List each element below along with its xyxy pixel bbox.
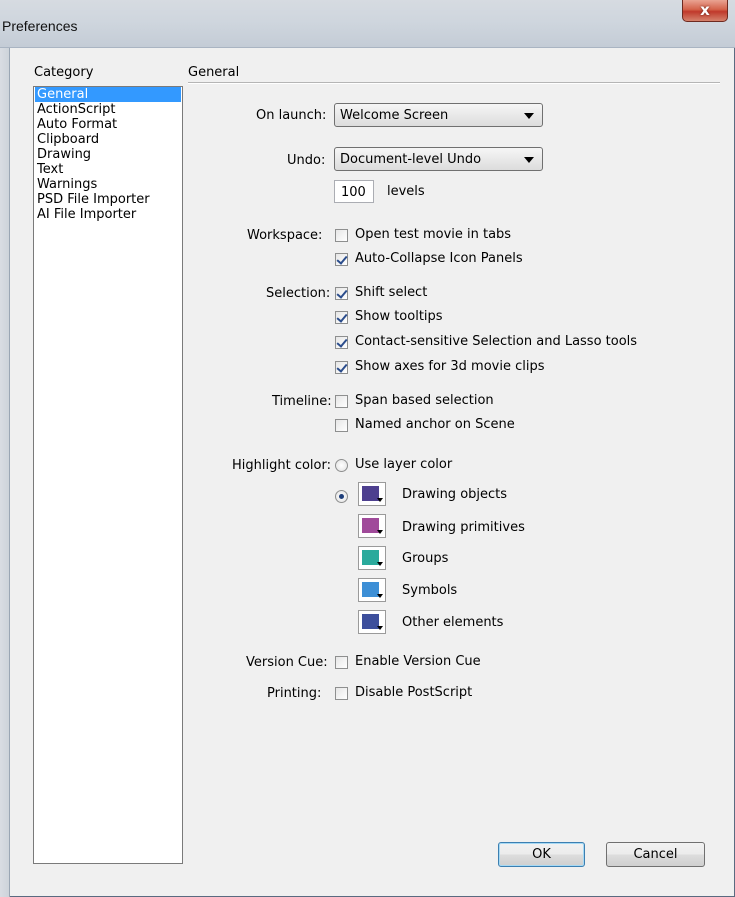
undo-value: Document-level Undo — [340, 152, 482, 167]
levels-label: levels — [387, 184, 425, 199]
disable-postscript-label[interactable]: Disable PostScript — [355, 685, 472, 700]
category-list[interactable]: General ActionScript Auto Format Clipboa… — [33, 86, 183, 864]
drawing-objects-swatch[interactable] — [358, 482, 386, 506]
window-left-border — [0, 48, 10, 897]
contact-sensitive-checkbox[interactable] — [335, 336, 348, 349]
undo-levels-value: 100 — [341, 185, 366, 200]
use-layer-color-radio[interactable] — [335, 459, 348, 472]
cancel-button[interactable]: Cancel — [606, 842, 705, 867]
workspace-label: Workspace: — [247, 228, 323, 243]
other-elements-label: Other elements — [402, 615, 504, 630]
ok-button[interactable]: OK — [498, 842, 585, 867]
timeline-label: Timeline: — [272, 394, 332, 409]
selection-label: Selection: — [266, 286, 331, 301]
close-icon: x — [700, 1, 710, 19]
on-launch-dropdown[interactable]: Welcome Screen — [334, 103, 543, 127]
highlight-color-label: Highlight color: — [232, 458, 331, 473]
preferences-dialog: Preferences x Category General General A… — [0, 0, 735, 897]
chevron-down-icon — [524, 113, 534, 119]
undo-levels-input[interactable]: 100 — [334, 180, 374, 203]
heading-divider — [188, 82, 720, 84]
open-test-movie-checkbox[interactable] — [335, 229, 348, 242]
category-item-drawing[interactable]: Drawing — [35, 147, 181, 162]
drawing-primitives-label: Drawing primitives — [402, 520, 525, 535]
shift-select-checkbox[interactable] — [335, 287, 348, 300]
symbols-label: Symbols — [402, 583, 458, 598]
chevron-down-icon — [377, 626, 383, 630]
category-label: Category — [34, 65, 94, 80]
category-item-text[interactable]: Text — [35, 162, 181, 177]
show-tooltips-checkbox[interactable] — [335, 311, 348, 324]
other-elements-swatch[interactable] — [358, 610, 386, 634]
chevron-down-icon — [377, 594, 383, 598]
window-title: Preferences — [2, 18, 78, 34]
open-test-movie-label[interactable]: Open test movie in tabs — [355, 227, 511, 242]
category-item-warnings[interactable]: Warnings — [35, 177, 181, 192]
category-item-ai-importer[interactable]: AI File Importer — [35, 207, 181, 222]
category-item-clipboard[interactable]: Clipboard — [35, 132, 181, 147]
show-axes-label[interactable]: Show axes for 3d movie clips — [355, 359, 544, 374]
printing-label: Printing: — [267, 686, 322, 701]
chevron-down-icon — [377, 498, 383, 502]
disable-postscript-checkbox[interactable] — [335, 687, 348, 700]
enable-version-cue-checkbox[interactable] — [335, 656, 348, 669]
auto-collapse-label[interactable]: Auto-Collapse Icon Panels — [355, 251, 523, 266]
section-heading: General — [188, 65, 240, 80]
auto-collapse-checkbox[interactable] — [335, 253, 348, 266]
show-axes-checkbox[interactable] — [335, 361, 348, 374]
span-based-label[interactable]: Span based selection — [355, 393, 494, 408]
drawing-objects-label: Drawing objects — [402, 487, 508, 502]
category-item-auto-format[interactable]: Auto Format — [35, 117, 181, 132]
drawing-primitives-swatch[interactable] — [358, 514, 386, 538]
chevron-down-icon — [377, 562, 383, 566]
show-tooltips-label[interactable]: Show tooltips — [355, 309, 443, 324]
contact-sensitive-label[interactable]: Contact-sensitive Selection and Lasso to… — [355, 334, 637, 349]
dialog-content: Category General General ActionScript Au… — [10, 48, 734, 890]
undo-dropdown[interactable]: Document-level Undo — [334, 147, 543, 171]
chevron-down-icon — [524, 157, 534, 163]
symbols-swatch[interactable] — [358, 578, 386, 602]
category-item-psd-importer[interactable]: PSD File Importer — [35, 192, 181, 207]
version-cue-label: Version Cue: — [246, 655, 328, 670]
custom-color-radio[interactable] — [335, 490, 348, 503]
shift-select-label[interactable]: Shift select — [355, 285, 427, 300]
named-anchor-checkbox[interactable] — [335, 419, 348, 432]
undo-label: Undo: — [287, 153, 326, 168]
groups-swatch[interactable] — [358, 546, 386, 570]
category-item-general[interactable]: General — [35, 87, 181, 102]
groups-label: Groups — [402, 551, 449, 566]
use-layer-color-label[interactable]: Use layer color — [355, 457, 452, 472]
enable-version-cue-label[interactable]: Enable Version Cue — [355, 654, 481, 669]
on-launch-value: Welcome Screen — [340, 108, 449, 123]
close-button[interactable]: x — [682, 0, 728, 22]
named-anchor-label[interactable]: Named anchor on Scene — [355, 417, 515, 432]
on-launch-label: On launch: — [256, 108, 327, 123]
chevron-down-icon — [377, 530, 383, 534]
span-based-checkbox[interactable] — [335, 395, 348, 408]
category-item-actionscript[interactable]: ActionScript — [35, 102, 181, 117]
title-bar[interactable]: Preferences x — [0, 0, 735, 48]
